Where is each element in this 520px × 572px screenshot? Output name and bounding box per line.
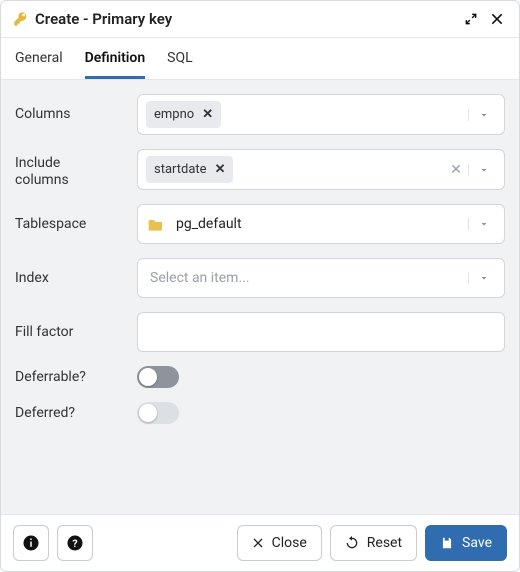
deferrable-toggle[interactable] [137, 366, 179, 388]
close-label: Close [272, 535, 307, 551]
save-button[interactable]: Save [425, 525, 507, 561]
tab-definition[interactable]: Definition [85, 38, 146, 79]
form-body: Columns empno ✕ Includecolumns [1, 80, 519, 514]
expand-button[interactable] [461, 9, 481, 29]
columns-label: Columns [15, 106, 137, 123]
chip-label: startdate [154, 162, 207, 177]
clear-icon[interactable]: ✕ [444, 162, 468, 178]
dialog-title: Create - Primary key [35, 10, 455, 28]
save-icon [440, 536, 454, 550]
reset-label: Reset [367, 535, 402, 551]
info-button[interactable] [13, 525, 49, 561]
footer: ? Close Reset Save [1, 514, 519, 571]
chevron-down-icon[interactable] [468, 272, 498, 284]
fill-factor-input[interactable] [137, 312, 505, 352]
chip-remove-icon[interactable]: ✕ [215, 162, 226, 177]
close-icon [252, 537, 264, 549]
tab-general[interactable]: General [15, 38, 63, 79]
folder-icon [148, 217, 164, 231]
dialog: Create - Primary key General Definition … [0, 0, 520, 572]
include-columns-label: Includecolumns [15, 149, 137, 189]
close-button[interactable]: Close [237, 525, 322, 561]
chip-empno: empno ✕ [146, 101, 221, 128]
chevron-down-icon[interactable] [468, 164, 498, 176]
chip-startdate: startdate ✕ [146, 156, 233, 183]
tablespace-select[interactable]: pg_default [137, 204, 505, 244]
tablespace-value: pg_default [170, 216, 242, 232]
key-icon [13, 11, 29, 27]
svg-text:?: ? [72, 537, 77, 550]
index-label: Index [15, 270, 137, 287]
reset-icon [345, 536, 359, 550]
help-button[interactable]: ? [57, 525, 93, 561]
index-select[interactable]: Select an item... [137, 258, 505, 298]
save-label: Save [462, 535, 492, 551]
deferrable-label: Deferrable? [15, 369, 137, 386]
index-placeholder: Select an item... [144, 270, 250, 286]
deferred-toggle[interactable] [137, 402, 179, 424]
columns-select[interactable]: empno ✕ [137, 94, 505, 135]
titlebar: Create - Primary key [1, 1, 519, 38]
include-columns-select[interactable]: startdate ✕ ✕ [137, 149, 505, 190]
tablespace-label: Tablespace [15, 216, 137, 233]
chip-label: empno [154, 107, 194, 122]
chevron-down-icon[interactable] [468, 109, 498, 121]
tabs: General Definition SQL [1, 38, 519, 80]
close-dialog-button[interactable] [487, 9, 507, 29]
tab-sql[interactable]: SQL [167, 38, 192, 79]
chip-remove-icon[interactable]: ✕ [202, 107, 213, 122]
reset-button[interactable]: Reset [330, 525, 417, 561]
chevron-down-icon[interactable] [468, 218, 498, 230]
deferred-label: Deferred? [15, 405, 137, 422]
fill-factor-label: Fill factor [15, 324, 137, 341]
